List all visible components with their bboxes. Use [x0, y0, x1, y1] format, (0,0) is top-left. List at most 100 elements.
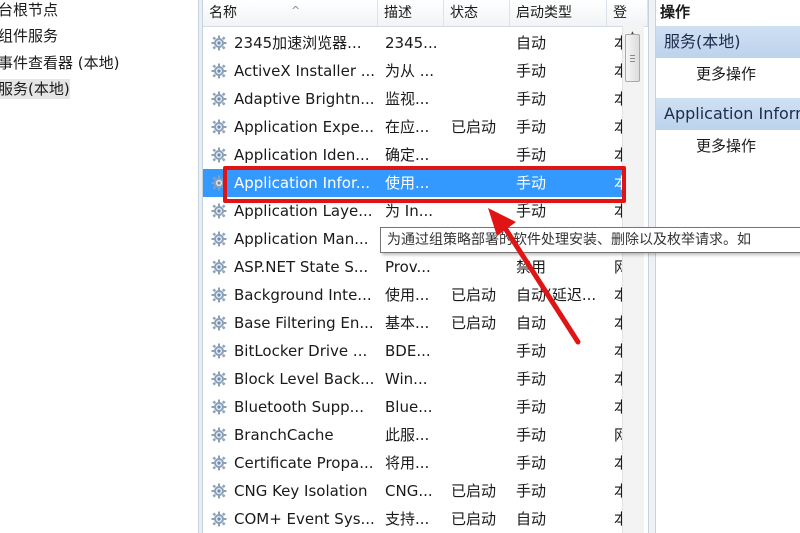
- service-row[interactable]: ActiveX Installer ... 为从 ... 手动本: [203, 57, 628, 85]
- description-tooltip: 为通过组策略部署的软件处理安装、删除以及枚举请求。如: [380, 227, 800, 253]
- service-row[interactable]: 2345加速浏览器... 2345... 自动本: [203, 29, 628, 57]
- pane-splitter-right[interactable]: [648, 0, 656, 533]
- service-row[interactable]: COM+ Event Sys... 支持... 已启动 自动本: [203, 505, 628, 533]
- tree-item-component-services[interactable]: 组件服务: [0, 26, 58, 46]
- service-startup-type: 手动: [516, 90, 547, 108]
- gear-icon: [211, 147, 227, 163]
- service-row[interactable]: Adaptive Brightn... 监视... 手动本: [203, 85, 628, 113]
- column-header-status[interactable]: 状态: [444, 0, 510, 26]
- service-startup-type: 手动: [516, 342, 547, 360]
- gear-icon: [211, 511, 227, 527]
- service-name: Bluetooth Supp...: [234, 398, 364, 416]
- service-startup-type: 手动: [516, 454, 547, 472]
- tree-item-event-viewer[interactable]: 事件查看器 (本地): [0, 53, 119, 73]
- service-description: Blue...: [385, 398, 433, 416]
- column-name-label: 名称: [209, 5, 237, 21]
- service-name: Adaptive Brightn...: [234, 90, 375, 108]
- service-description: CNG...: [385, 482, 433, 500]
- service-startup-type: 手动: [516, 118, 547, 136]
- service-status: [451, 449, 507, 477]
- sort-ascending-icon: ^: [291, 4, 301, 17]
- service-row[interactable]: Certificate Propa... 将用... 手动本: [203, 449, 628, 477]
- gear-icon: [211, 427, 227, 443]
- list-header: 名称 ^ 描述 状态 启动类型 登: [203, 0, 648, 27]
- scrollbar-thumb[interactable]: [625, 34, 640, 82]
- gear-icon: [211, 315, 227, 331]
- service-row[interactable]: ASP.NET State S... Prov... 禁用网: [203, 253, 628, 281]
- console-tree: 台根节点 组件服务 事件查看器 (本地) 服务(本地): [0, 0, 198, 533]
- service-name: Certificate Propa...: [234, 454, 374, 472]
- more-actions-link-2[interactable]: 更多操作: [696, 135, 756, 157]
- gear-icon: [211, 259, 227, 275]
- service-name: CNG Key Isolation: [234, 482, 368, 500]
- service-status: [451, 141, 507, 169]
- service-status: [451, 29, 507, 57]
- more-actions-link[interactable]: 更多操作: [696, 63, 756, 85]
- gear-icon: [211, 203, 227, 219]
- column-header-description[interactable]: 描述: [378, 0, 444, 26]
- service-startup-type: 自动: [516, 510, 547, 528]
- highlight-box: [223, 166, 626, 203]
- service-name: BranchCache: [234, 426, 334, 444]
- service-status: [451, 365, 507, 393]
- service-status: [451, 337, 507, 365]
- service-startup-type: 手动: [516, 370, 547, 388]
- gear-icon: [211, 91, 227, 107]
- service-name: Application Expe...: [234, 118, 374, 136]
- service-startup-type: 手动: [516, 482, 547, 500]
- service-status: 已启动: [451, 286, 497, 304]
- service-row[interactable]: Block Level Back... Win... 手动本: [203, 365, 628, 393]
- service-description: BDE...: [385, 342, 431, 360]
- gear-icon: [211, 343, 227, 359]
- service-name: BitLocker Drive ...: [234, 342, 368, 360]
- service-row[interactable]: Application Expe... 在应... 已启动 手动本: [203, 113, 628, 141]
- service-name: 2345加速浏览器...: [234, 34, 362, 52]
- service-status: 已启动: [451, 118, 497, 136]
- gear-icon: [211, 119, 227, 135]
- service-name: Block Level Back...: [234, 370, 375, 388]
- actions-section-application-information[interactable]: Application Information: [656, 98, 800, 130]
- service-row[interactable]: Base Filtering En... 基本... 已启动 自动本: [203, 309, 628, 337]
- service-startup-type: 手动: [516, 62, 547, 80]
- service-row[interactable]: BitLocker Drive ... BDE... 手动本: [203, 337, 628, 365]
- tree-item-root[interactable]: 台根节点: [0, 0, 58, 20]
- service-row[interactable]: Bluetooth Supp... Blue... 手动本: [203, 393, 628, 421]
- service-description: 在应...: [385, 118, 430, 136]
- service-status: [451, 421, 507, 449]
- service-name: COM+ Event Sys...: [234, 510, 375, 528]
- service-description: Win...: [385, 370, 428, 388]
- service-row[interactable]: BranchCache 此服... 手动网: [203, 421, 628, 449]
- service-name: Background Inte...: [234, 286, 372, 304]
- service-startup-type: 自动(延迟...: [516, 286, 597, 304]
- service-description: 监视...: [385, 90, 430, 108]
- service-startup-type: 禁用: [516, 258, 547, 276]
- service-description: 2345...: [385, 34, 438, 52]
- gear-icon: [211, 455, 227, 471]
- service-row[interactable]: Application Iden... 确定... 手动本: [203, 141, 628, 169]
- service-startup-type: 手动: [516, 146, 547, 164]
- service-name: Base Filtering En...: [234, 314, 374, 332]
- service-name: Application Iden...: [234, 146, 370, 164]
- gear-icon: [211, 399, 227, 415]
- service-row[interactable]: Background Inte... 使用... 已启动 自动(延迟... 本: [203, 281, 628, 309]
- service-description: 基本...: [385, 314, 430, 332]
- tree-item-services-local[interactable]: 服务(本地): [0, 79, 70, 99]
- service-status: 已启动: [451, 314, 497, 332]
- gear-icon: [211, 63, 227, 79]
- gear-icon: [211, 483, 227, 499]
- service-description: 将用...: [385, 454, 430, 472]
- gear-icon: [211, 231, 227, 247]
- actions-pane: 操作 服务(本地) 更多操作 Application Information 更…: [656, 0, 800, 533]
- column-header-name[interactable]: 名称 ^: [203, 0, 378, 26]
- vertical-scrollbar[interactable]: [622, 26, 644, 533]
- column-header-startup-type[interactable]: 启动类型: [510, 0, 607, 26]
- service-startup-type: 自动: [516, 34, 547, 52]
- column-header-logon[interactable]: 登: [607, 0, 648, 26]
- gear-icon: [211, 35, 227, 51]
- actions-title: 操作: [660, 3, 691, 21]
- service-row[interactable]: CNG Key Isolation CNG... 已启动 手动本: [203, 477, 628, 505]
- actions-section-services[interactable]: 服务(本地): [656, 26, 800, 58]
- service-startup-type: 自动: [516, 314, 547, 332]
- services-list: 名称 ^ 描述 状态 启动类型 登 2345加速浏览器... 2345... 自动本…: [203, 0, 648, 533]
- service-description: 为从 ...: [385, 62, 435, 80]
